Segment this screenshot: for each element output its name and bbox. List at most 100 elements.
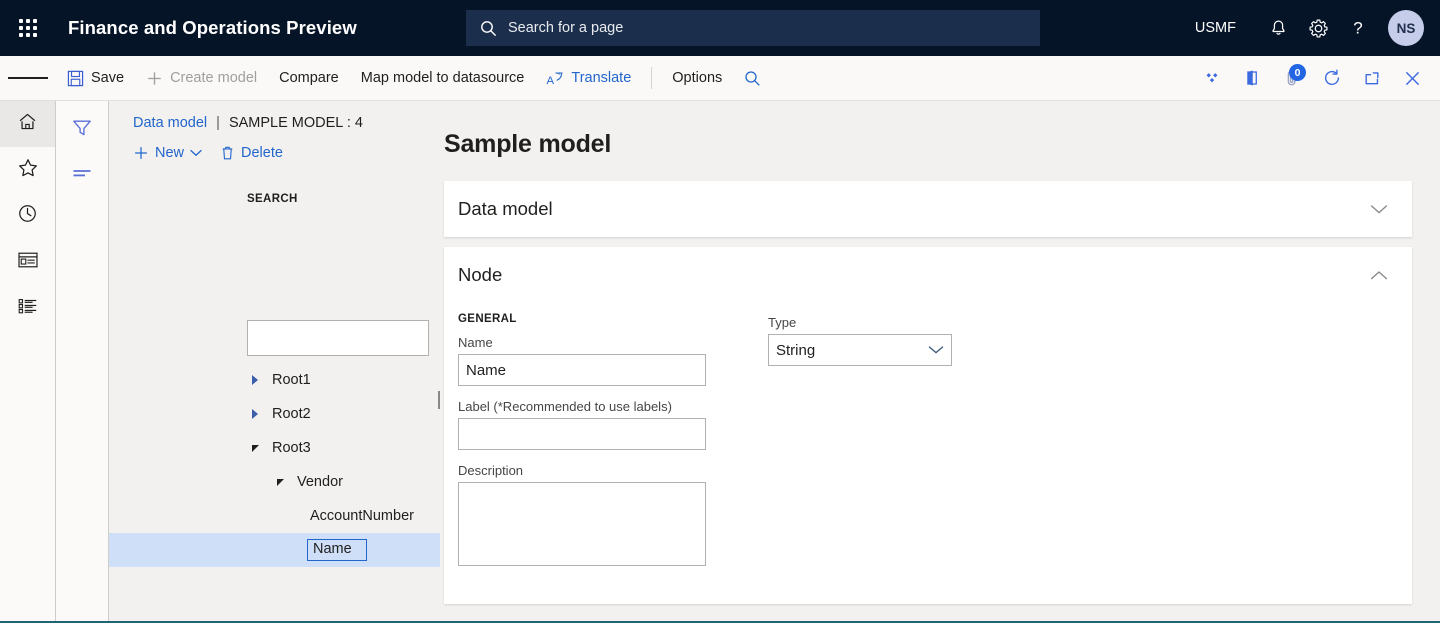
label-field-group: Label (*Recommended to use labels) bbox=[458, 399, 760, 450]
app-title: Finance and Operations Preview bbox=[68, 17, 357, 38]
tree-node-root2[interactable]: Root2 bbox=[109, 397, 440, 431]
clock-icon bbox=[17, 203, 38, 229]
filter-button[interactable] bbox=[56, 107, 108, 153]
filter-icon bbox=[71, 117, 93, 144]
compare-label: Compare bbox=[279, 70, 339, 86]
attachments-icon[interactable]: 0 bbox=[1272, 56, 1312, 100]
search-label: SEARCH bbox=[247, 193, 298, 205]
node-card-header[interactable]: Node bbox=[444, 247, 1412, 303]
name-label: Name bbox=[458, 335, 493, 350]
sidebar-item-workspaces[interactable] bbox=[0, 239, 55, 285]
tree-node-label: Root1 bbox=[272, 372, 311, 388]
create-model-button[interactable]: Create model bbox=[135, 56, 268, 100]
model-tree: Root1 Root2 Root3 Vendor AccountNumber N… bbox=[109, 363, 440, 567]
settings-gear-icon[interactable] bbox=[1298, 0, 1338, 56]
breadcrumb-link-data-model[interactable]: Data model bbox=[133, 115, 207, 131]
open-in-new-window-icon[interactable] bbox=[1352, 56, 1392, 100]
command-search-button[interactable] bbox=[733, 56, 772, 100]
app-launcher-icon[interactable] bbox=[0, 0, 56, 56]
help-question-icon[interactable]: ? bbox=[1338, 0, 1378, 56]
list-icon bbox=[17, 296, 39, 321]
office-icon[interactable] bbox=[1232, 56, 1272, 100]
new-button[interactable]: New bbox=[133, 141, 210, 165]
data-model-card-header[interactable]: Data model bbox=[444, 181, 1412, 237]
tree-node-label: Name bbox=[307, 539, 367, 561]
close-icon[interactable] bbox=[1392, 56, 1432, 100]
compare-button[interactable]: Compare bbox=[268, 56, 350, 100]
detail-pane: Sample model Data model Node GENERAL Nam… bbox=[440, 101, 1440, 623]
chevron-right-icon[interactable] bbox=[247, 372, 263, 388]
chevron-down-icon bbox=[190, 149, 202, 157]
delete-button[interactable]: Delete bbox=[220, 141, 291, 165]
global-header: Finance and Operations Preview Search fo… bbox=[0, 0, 1440, 56]
command-separator bbox=[651, 67, 653, 89]
search-input[interactable] bbox=[247, 320, 429, 356]
chevron-down-icon[interactable] bbox=[1370, 204, 1388, 215]
translate-label: Translate bbox=[571, 70, 632, 86]
translate-button[interactable]: A Translate bbox=[535, 56, 642, 100]
breadcrumb-current: SAMPLE MODEL : 4 bbox=[228, 115, 363, 131]
type-label: Type bbox=[768, 315, 797, 330]
plus-icon bbox=[133, 145, 149, 161]
lines-button[interactable] bbox=[56, 153, 108, 199]
sidebar-item-recent[interactable] bbox=[0, 193, 55, 239]
trash-icon bbox=[220, 145, 235, 161]
avatar[interactable]: NS bbox=[1388, 10, 1424, 46]
breadcrumb-separator: | bbox=[216, 115, 220, 131]
chevron-down-icon[interactable] bbox=[272, 474, 288, 490]
notifications-bell-icon[interactable] bbox=[1258, 0, 1298, 56]
left-navigation-rail bbox=[0, 101, 56, 623]
refresh-icon[interactable] bbox=[1312, 56, 1352, 100]
label-label: Label (*Recommended to use labels) bbox=[458, 399, 672, 414]
description-label: Description bbox=[458, 463, 524, 478]
type-select[interactable]: String bbox=[768, 334, 952, 366]
map-model-to-datasource-button[interactable]: Map model to datasource bbox=[350, 56, 536, 100]
tree-node-root1[interactable]: Root1 bbox=[109, 363, 440, 397]
type-field-group: Type String bbox=[768, 315, 952, 366]
company-selector[interactable]: USMF bbox=[1195, 20, 1236, 36]
label-input[interactable] bbox=[458, 418, 706, 450]
global-search-box[interactable]: Search for a page bbox=[466, 10, 1040, 46]
star-icon bbox=[17, 157, 39, 184]
tree-actions: New Delete bbox=[109, 131, 440, 165]
create-model-label: Create model bbox=[170, 70, 258, 86]
global-search-placeholder: Search for a page bbox=[508, 20, 624, 36]
options-button[interactable]: Options bbox=[661, 56, 733, 100]
node-card: Node GENERAL Name Label (*Recommended t bbox=[444, 247, 1412, 604]
description-textarea[interactable] bbox=[458, 482, 706, 566]
options-label: Options bbox=[672, 70, 723, 86]
type-select-wrapper: String bbox=[768, 334, 952, 366]
chevron-up-icon[interactable] bbox=[1370, 270, 1388, 281]
tree-node-label: Root2 bbox=[272, 406, 311, 422]
tree-node-vendor[interactable]: Vendor bbox=[109, 465, 440, 499]
search-icon bbox=[744, 70, 761, 87]
chevron-down-icon[interactable] bbox=[247, 440, 263, 456]
pane-tools-column bbox=[56, 101, 109, 623]
home-icon bbox=[17, 111, 38, 137]
model-tree-pane: Data model | SAMPLE MODEL : 4 New Delete… bbox=[109, 101, 525, 623]
search-icon bbox=[480, 20, 497, 37]
lines-icon bbox=[71, 166, 93, 187]
node-general-column: GENERAL Name Label (*Recommended to use … bbox=[458, 305, 760, 584]
chevron-right-icon[interactable] bbox=[247, 406, 263, 422]
navigation-menu-icon[interactable] bbox=[0, 56, 56, 100]
relationships-icon[interactable] bbox=[1192, 56, 1232, 100]
name-field-group: Name bbox=[458, 335, 760, 386]
description-field-group: Description bbox=[458, 463, 760, 571]
save-button[interactable]: Save bbox=[56, 56, 135, 100]
general-group-header: GENERAL bbox=[458, 313, 517, 325]
node-card-body: GENERAL Name Label (*Recommended to use … bbox=[444, 303, 1412, 604]
tree-node-root3[interactable]: Root3 bbox=[109, 431, 440, 465]
tree-node-name[interactable]: Name bbox=[109, 533, 440, 567]
sidebar-item-modules[interactable] bbox=[0, 285, 55, 331]
sidebar-item-favorites[interactable] bbox=[0, 147, 55, 193]
tree-node-accountnumber[interactable]: AccountNumber bbox=[109, 499, 440, 533]
app-root: Finance and Operations Preview Search fo… bbox=[0, 0, 1440, 623]
svg-text:?: ? bbox=[1353, 19, 1362, 38]
sidebar-item-home[interactable] bbox=[0, 101, 55, 147]
delete-label: Delete bbox=[241, 145, 283, 161]
page-title: Sample model bbox=[444, 130, 612, 158]
name-input[interactable] bbox=[458, 354, 706, 386]
command-bar: Save Create model Compare Map model to d… bbox=[0, 56, 1440, 101]
tree-node-label: AccountNumber bbox=[310, 508, 414, 524]
